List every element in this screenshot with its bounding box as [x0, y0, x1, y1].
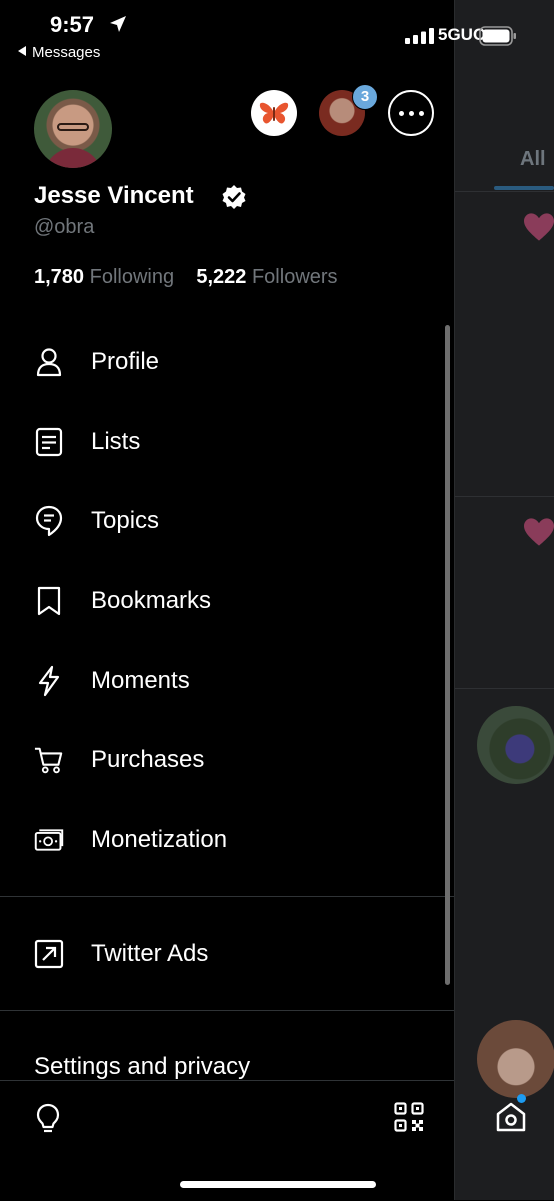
menu-label-lists: Lists [91, 428, 141, 455]
follow-stats: 1,780 Following 5,222 Followers [34, 266, 338, 289]
cellular-signal-icon [405, 28, 434, 44]
scrollbar[interactable] [445, 325, 450, 985]
drawer-edge [454, 0, 455, 1200]
home-indicator[interactable] [180, 1181, 376, 1188]
home-icon [496, 1102, 526, 1132]
more-options-button[interactable] [388, 90, 434, 136]
following-link[interactable]: 1,780 Following [34, 266, 174, 288]
display-name[interactable]: Jesse Vincent [34, 182, 194, 210]
menu-label-bookmarks: Bookmarks [91, 587, 212, 614]
profile-avatar[interactable] [34, 90, 112, 168]
menu-item-profile[interactable]: Profile [0, 332, 440, 392]
list-icon [34, 427, 64, 457]
tweet-avatar [477, 706, 554, 784]
menu-item-bookmarks[interactable]: Bookmarks [0, 571, 440, 631]
menu-label-topics: Topics [91, 507, 160, 534]
account-notification-badge: 3 [352, 84, 378, 110]
location-arrow-icon [110, 16, 126, 32]
status-time: 9:57 [50, 12, 95, 37]
person-icon [34, 347, 64, 377]
menu-item-moments[interactable]: Moments [0, 651, 440, 711]
followers-label: Followers [251, 266, 338, 288]
heart-icon [524, 518, 554, 546]
following-count: 1,780 [34, 266, 85, 288]
menu-label-twitter-ads: Twitter Ads [91, 940, 209, 967]
timeline-divider [455, 191, 554, 192]
lightbulb-icon[interactable] [34, 1102, 62, 1136]
butterfly-icon [259, 102, 289, 124]
menu-item-lists[interactable]: Lists [0, 412, 440, 472]
menu-item-topics[interactable]: Topics [0, 491, 440, 551]
user-handle: @obra [34, 216, 95, 238]
notification-dot [517, 1094, 526, 1103]
menu-divider [0, 1010, 454, 1011]
back-to-app-link[interactable]: Messages [18, 44, 100, 61]
menu-label-purchases: Purchases [91, 746, 205, 773]
timeline-divider [455, 496, 554, 497]
battery-icon [479, 26, 516, 46]
tab-all: All [520, 148, 546, 170]
heart-icon [524, 213, 554, 241]
menu-label-profile: Profile [91, 348, 160, 375]
menu-divider [0, 896, 454, 897]
menu-label-monetization: Monetization [91, 826, 228, 853]
external-link-icon [34, 939, 64, 969]
cart-icon [34, 745, 64, 775]
lightning-icon [34, 665, 64, 697]
settings-and-privacy-link[interactable]: Settings and privacy [34, 1053, 250, 1081]
menu-item-monetization[interactable]: Monetization [0, 810, 440, 870]
following-label: Following [89, 266, 175, 288]
background-timeline [454, 0, 554, 1200]
back-app-label: Messages [32, 44, 101, 61]
menu-item-purchases[interactable]: Purchases [0, 730, 440, 790]
menu-item-twitter-ads[interactable]: Twitter Ads [0, 924, 440, 984]
topic-icon [34, 505, 64, 537]
money-icon [34, 825, 64, 855]
followers-count: 5,222 [196, 266, 247, 288]
verified-badge-icon [222, 185, 246, 209]
back-arrow-icon [18, 46, 26, 56]
tab-indicator [494, 186, 554, 190]
timeline-divider [455, 688, 554, 689]
tweet-avatar [477, 1020, 554, 1098]
menu-label-moments: Moments [91, 667, 190, 694]
bookmark-icon [34, 586, 64, 616]
butterfly-app-button[interactable] [251, 90, 297, 136]
followers-link[interactable]: 5,222 Followers [196, 266, 337, 288]
qr-code-icon[interactable] [394, 1102, 424, 1132]
